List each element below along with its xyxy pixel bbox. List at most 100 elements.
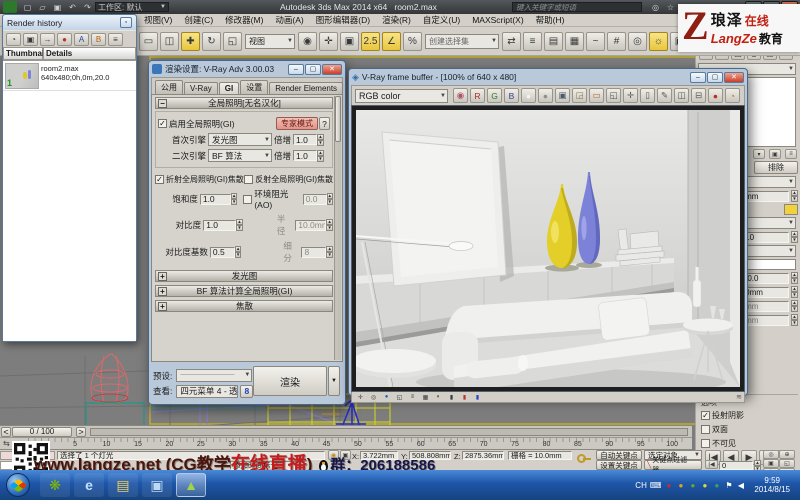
tab-Render Elements[interactable]: Render Elements [269, 82, 344, 94]
vfb-close-button[interactable]: ✕ [724, 71, 744, 83]
menu-item[interactable]: 图形编辑器(D) [310, 14, 376, 26]
save-history-icon[interactable]: ▣ [23, 32, 38, 46]
render-setup-minimize-button[interactable]: – [288, 63, 304, 75]
snap-toggle-icon[interactable]: 2.5 [361, 31, 380, 51]
menu-item[interactable]: 自定义(U) [417, 14, 466, 26]
double-sided-option-checkbox[interactable] [701, 424, 710, 434]
menu-item[interactable]: 视图(V) [138, 14, 178, 26]
3dsmax-logo-icon[interactable] [3, 1, 17, 13]
b-slot-icon[interactable]: B [91, 32, 106, 46]
resolution-spinner[interactable]: ▲ ▼ [791, 272, 798, 284]
vfb-blue-icon[interactable]: ▮ [472, 393, 483, 402]
zoom-extents-icon[interactable]: ▣ [763, 459, 779, 468]
set-keys-icon[interactable] [577, 454, 591, 463]
select-and-manipulate-icon[interactable]: ✛ [319, 31, 338, 51]
search-icon[interactable]: ◎ [649, 2, 662, 13]
thumbnail-column-header[interactable]: Thumbnail [3, 47, 46, 60]
history-settings-icon[interactable]: ◔ [6, 32, 21, 46]
contrast-spinner[interactable]: ▲ ▼ [236, 219, 243, 231]
render-setup-maximize-button[interactable]: ▢ [305, 63, 321, 75]
3dsmax-icon[interactable]: ▲ [176, 473, 206, 497]
tray-flag-icon[interactable]: ⚑ [724, 481, 733, 490]
export-history-icon[interactable]: → [40, 32, 55, 46]
multiplier-spinner[interactable]: ▲ ▼ [791, 190, 798, 202]
menu-item[interactable]: 修改器(M) [219, 14, 269, 26]
keyboard-icon[interactable]: ⌨ [650, 481, 662, 490]
use-pivot-center-icon[interactable]: ◉ [298, 31, 317, 51]
language-indicator[interactable]: CH [635, 481, 647, 490]
record-icon[interactable]: ● [57, 32, 72, 46]
expand-icon[interactable]: + [158, 286, 167, 296]
track-mouse-icon[interactable]: ✛ [623, 88, 638, 103]
region-render-icon[interactable]: ▯ [640, 88, 655, 103]
vfb-srgb-icon[interactable]: ▮ [446, 393, 457, 402]
rectangular-selection-icon[interactable]: ▭ [139, 31, 158, 51]
rollout-collapsed[interactable]: + 焦散 [155, 300, 333, 312]
list-view-icon[interactable]: ≡ [108, 32, 123, 46]
expert-mode-button[interactable]: 专家模式 [276, 117, 318, 130]
vfb-channel-dropdown[interactable]: RGB color ▼ [355, 88, 448, 103]
zoom-region-icon[interactable]: ◱ [779, 459, 795, 468]
saturation-spinner[interactable]: ▲ ▼ [230, 193, 238, 205]
render-flyout-button[interactable]: ▼ [328, 366, 340, 396]
vfb-100-icon[interactable]: ● [381, 393, 392, 402]
vfb-fit-icon[interactable]: ◱ [394, 393, 405, 402]
menu-item[interactable]: 帮助(H) [530, 14, 571, 26]
a-slot-icon[interactable]: A [74, 32, 89, 46]
configure-modifier-icon[interactable]: ≡ [785, 149, 797, 159]
render-setup-close-button[interactable]: ✕ [322, 63, 342, 75]
vfb-image-area[interactable] [351, 105, 745, 395]
show-channels-icon[interactable]: ◉ [453, 88, 468, 103]
schematic-view-icon[interactable]: # [607, 31, 626, 51]
layer-manager-icon[interactable]: ▤ [544, 31, 563, 51]
align-icon[interactable]: ≡ [523, 31, 542, 51]
light-color-swatch[interactable] [784, 204, 798, 215]
cast-shadows-option-checkbox[interactable]: ✓ [701, 410, 710, 420]
stop-render-icon[interactable]: ● [708, 88, 723, 103]
start-render-icon[interactable]: ◔ [725, 88, 740, 103]
new-file-icon[interactable]: ▢ [21, 2, 34, 13]
vfb-exposure-icon[interactable]: ◐ [433, 393, 444, 402]
secondary-mult-field[interactable]: 1.0 [293, 150, 318, 161]
duplicate-buffer-icon[interactable]: ◱ [606, 88, 621, 103]
blue-channel-button[interactable]: B [504, 88, 519, 103]
redo-icon[interactable]: ↷ [81, 2, 94, 13]
ie-icon[interactable]: e [74, 473, 104, 497]
vfb-color-icon[interactable]: ▦ [420, 393, 431, 402]
render-button[interactable]: 渲染 [253, 366, 327, 396]
vfb-red-icon[interactable]: ▮ [459, 393, 470, 402]
tray-volume-icon[interactable]: ◀ [736, 481, 745, 490]
vfb-resize-grip[interactable]: ≋ [736, 393, 742, 401]
render-setup-icon[interactable]: ☼ [649, 31, 668, 51]
render-setup-scrollbar[interactable] [334, 96, 341, 360]
invisible-option-checkbox[interactable] [701, 438, 710, 448]
primary-mult-spinner[interactable]: ▲ ▼ [317, 133, 325, 146]
primary-engine-dropdown[interactable]: 发光图 ▼ [208, 133, 272, 146]
browser-360-icon[interactable]: ❋ [40, 473, 70, 497]
workspace-dropdown[interactable]: 工作区: 默认 ▼ [95, 2, 169, 12]
taskbar-clock[interactable]: 9:59 2014/8/15 [748, 476, 796, 494]
search-input[interactable]: 键入关键字或短语 [512, 2, 642, 12]
zoom-all-icon[interactable]: ⊕ [779, 450, 795, 459]
select-and-rotate-icon[interactable]: ↻ [202, 31, 221, 51]
percent-snap-icon[interactable]: % [403, 31, 422, 51]
render-history-row[interactable]: 1 room2.max 640x480;0h,0m,20.0 [3, 61, 136, 91]
expand-icon[interactable]: + [158, 301, 167, 311]
render-thumbnail[interactable]: 1 [5, 63, 39, 89]
ao-checkbox[interactable] [243, 194, 253, 204]
graphite-ribbon-icon[interactable]: ▦ [565, 31, 584, 51]
monochrome-icon[interactable]: ● [538, 88, 553, 103]
next-frame-arrow[interactable]: > [76, 426, 86, 437]
previous-key-button[interactable]: |◀ [705, 460, 718, 469]
save-file-icon[interactable]: ▣ [51, 2, 64, 13]
select-and-move-icon[interactable]: ✚ [181, 31, 200, 51]
auto-key-button[interactable]: 自动关键点 [596, 450, 642, 460]
undo-icon[interactable]: ↶ [66, 2, 79, 13]
secondary-mult-spinner[interactable]: ▲ ▼ [317, 149, 325, 162]
vfb-maximize-button[interactable]: ▢ [707, 71, 723, 83]
image-viewer-icon[interactable]: ▣ [142, 473, 172, 497]
help-mode-button[interactable]: ? [319, 117, 330, 130]
load-image-icon[interactable]: ◲ [572, 88, 587, 103]
menu-item[interactable]: 创建(C) [178, 14, 219, 26]
reference-coordinate-dropdown[interactable]: 视图 ▼ [245, 33, 295, 49]
